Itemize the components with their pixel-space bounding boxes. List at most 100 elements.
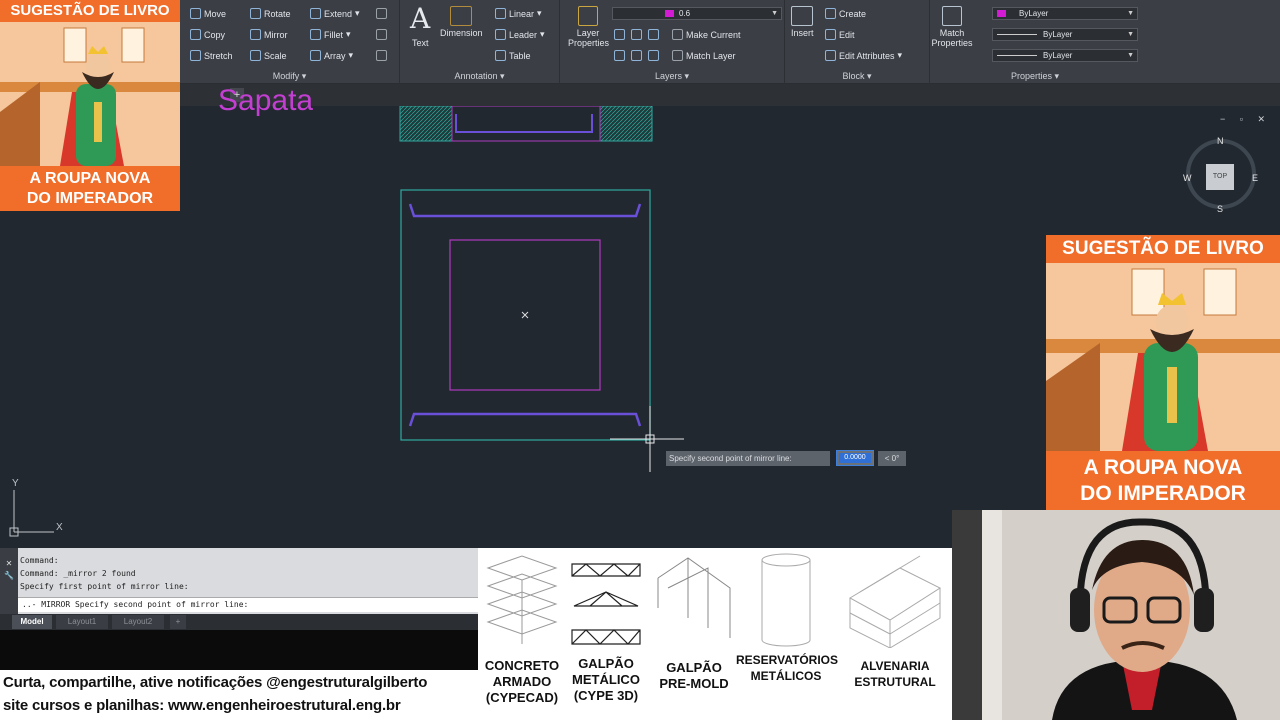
chevron-down-icon: ▼ [1127,52,1134,59]
copy-button[interactable]: Copy [190,29,225,40]
edit-icon [825,29,836,40]
book-ad-small[interactable]: SUGESTÃO DE LIVRO A ROUPA NOVA DO IMPERA… [0,0,180,211]
insert-icon [791,6,814,26]
compass-s: S [1217,204,1224,214]
extend-button[interactable]: Extend ▾ [310,8,360,19]
drawing-title-text: Sapata [218,84,314,117]
close-icon[interactable]: ✕ [0,558,18,570]
block-panel-title[interactable]: Block ▾ [785,71,929,82]
overlay-black-strip [0,630,478,670]
array-button[interactable]: Array ▾ [310,50,353,61]
properties-panel-title[interactable]: Properties ▾ [930,71,1140,82]
wrench-icon[interactable]: 🔧 [0,570,18,582]
command-line-window[interactable]: ✕ 🔧 Command: Command: _mirror 2 found Sp… [0,548,478,614]
viewport-controls[interactable]: − ▫ ✕ [1220,114,1271,125]
book-ad-footer: A ROUPA NOVA DO IMPERADOR [1046,451,1280,510]
linear-label: Linear [509,8,535,19]
dimension-button[interactable]: Dimension [440,6,483,38]
viewcube-top-face[interactable]: TOP [1206,164,1234,190]
course-reservatorios[interactable]: RESERVATÓRIOS METÁLICOS [736,548,838,720]
rebar-bottom [408,412,642,427]
tab-layout1[interactable]: Layout1 [56,615,108,629]
chevron-down-icon: ▼ [1127,31,1134,38]
lineweight-dropdown-value: ByLayer [1043,51,1073,60]
section-hatch-left [399,106,453,142]
text-icon[interactable]: A [410,2,430,35]
match-properties-button[interactable]: Match Properties [930,6,974,48]
move-button[interactable]: Move [190,8,226,19]
linetype-dropdown-value: ByLayer [1043,30,1073,39]
edit-attributes-icon [825,50,836,61]
color-dropdown[interactable]: ByLayer ▼ [992,7,1138,20]
course-galpao-metalico[interactable]: GALPÃO METÁLICO (CYPE 3D) [566,548,646,720]
create-button[interactable]: Create [825,8,866,19]
move-label: Move [204,8,227,19]
fillet-icon [310,29,321,40]
dynamic-input-value-field[interactable]: 0.0000 [836,450,874,466]
annotation-panel: A Text Dimension Linear ▾ Leader ▾ Table… [400,0,560,84]
stretch-button[interactable]: Stretch [190,50,233,61]
fillet-button[interactable]: Fillet ▾ [310,29,351,40]
layer-lock-icon [614,50,625,61]
edit-button[interactable]: Edit [825,29,855,40]
offset-button[interactable] [376,50,387,61]
dynamic-input-angle-field[interactable]: < 0° [878,451,906,466]
stretch-icon [190,50,201,61]
layer-properties-button[interactable]: Layer Properties [568,6,609,48]
insert-button[interactable]: Insert [791,6,814,38]
tab-layout2[interactable]: Layout2 [112,615,164,629]
edit-attributes-button[interactable]: Edit Attributes ▾ [825,50,902,61]
add-layout-button[interactable]: + [170,615,186,629]
book-ad-large[interactable]: SUGESTÃO DE LIVRO A ROUPA NOVA DO IMPERA… [1046,235,1280,510]
erase-button[interactable] [376,8,387,19]
footer-line-2: site cursos e planilhas: www.engenheiroe… [3,697,401,714]
layer-tool-icons-2[interactable] [614,50,659,61]
array-label: Array [324,50,346,61]
extend-label: Extend [324,8,353,19]
erase-icon [376,8,387,19]
linetype-dropdown[interactable]: ByLayer ▼ [992,28,1138,41]
match-layer-button[interactable]: Match Layer [672,50,736,61]
chevron-down-icon: ▼ [1127,10,1134,17]
create-label: Create [839,8,867,19]
leader-button[interactable]: Leader ▾ [495,29,545,40]
tab-model[interactable]: Model [12,615,52,629]
layer-thaw-icon [648,50,659,61]
color-dropdown-value: ByLayer [1019,9,1049,18]
extend-icon [310,8,321,19]
mirror-icon [250,29,261,40]
course-galpao-premold[interactable]: GALPÃO PRE-MOLD [648,548,740,720]
explode-icon [376,29,387,40]
fillet-label: Fillet [324,29,344,40]
match-properties-icon [942,6,962,26]
command-input[interactable]: ..- MIRROR Specify second point of mirro… [18,597,478,612]
explode-button[interactable] [376,29,387,40]
modify-panel-title[interactable]: Modify ▾ [180,71,399,82]
match-properties-label: Match Properties [931,28,973,48]
rotate-button[interactable]: Rotate [250,8,291,19]
table-button[interactable]: Table [495,50,531,61]
properties-panel: Match Properties ByLayer ▼ ByLayer ▼ ByL… [930,0,1140,84]
dynamic-input-value: 0.0000 [839,453,871,463]
scale-button[interactable]: Scale [250,50,287,61]
mirror-label: Mirror [264,29,288,40]
layer-freeze-icon [648,29,659,40]
file-tab-bar: + [180,84,1280,106]
book-ad-footer: A ROUPA NOVA DO IMPERADOR [0,166,180,211]
linear-icon [495,8,506,19]
section-view [399,106,653,142]
footer-line-1: Curta, compartilhe, ative notificações @… [3,674,428,691]
course-concreto[interactable]: CONCRETO ARMADO (CYPECAD) [478,548,566,720]
mirror-button[interactable]: Mirror [250,29,288,40]
course-alvenaria[interactable]: ALVENARIA ESTRUTURAL [840,548,950,720]
layers-panel-title[interactable]: Layers ▾ [560,71,784,82]
scale-icon [250,50,261,61]
annotation-panel-title[interactable]: Annotation ▾ [400,71,559,82]
layer-tool-icons[interactable] [614,29,659,40]
lineweight-dropdown[interactable]: ByLayer ▼ [992,49,1138,62]
viewcube[interactable]: TOP N S W E [1180,133,1262,215]
layer-dropdown[interactable]: 0.6 ▼ [612,7,782,20]
make-current-button[interactable]: Make Current [672,29,741,40]
leader-icon [495,29,506,40]
linear-button[interactable]: Linear ▾ [495,8,542,19]
